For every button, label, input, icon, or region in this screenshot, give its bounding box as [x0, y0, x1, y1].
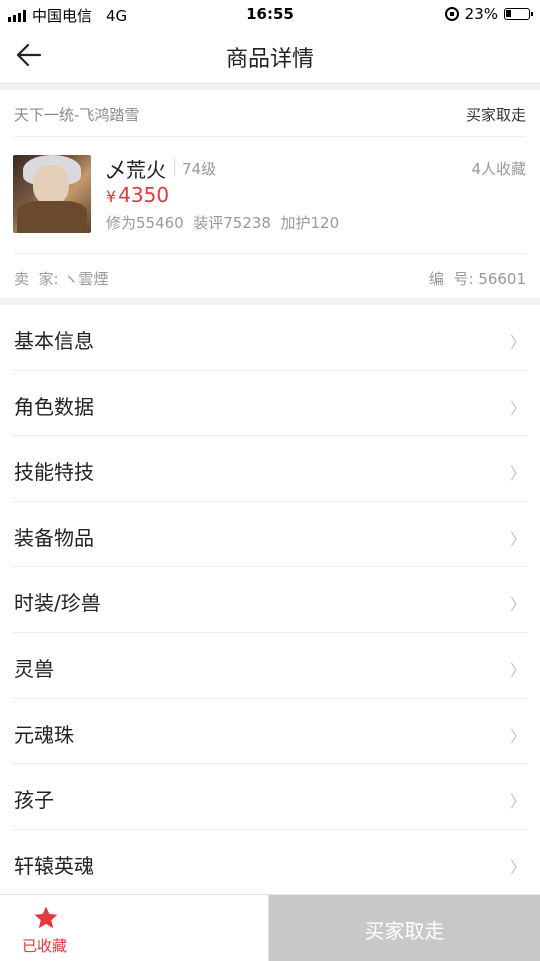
status-bar: 中国电信 4G 16:55 23% [0, 0, 540, 28]
character-stats: 修为55460 装评75238 加护120 [106, 214, 340, 232]
menu-item-spirit-beast[interactable]: 灵兽 〉 [12, 633, 528, 699]
chevron-right-icon: 〉 [509, 660, 526, 680]
menu-item-xuanyuan-soul[interactable]: 轩辕英魂 〉 [12, 830, 528, 896]
divider [14, 136, 526, 137]
nav-bar: 商品详情 [0, 28, 540, 84]
divider [14, 253, 526, 254]
bottom-action-bar: 已收藏 买家取走 [0, 894, 540, 961]
collect-button[interactable]: 已收藏 [0, 895, 269, 961]
chevron-right-icon: 〉 [509, 726, 526, 746]
menu-item-basic-info[interactable]: 基本信息 〉 [12, 305, 528, 371]
menu-item-fashion-pets[interactable]: 时装/珍兽 〉 [12, 567, 528, 633]
price: ¥4350 [106, 183, 169, 207]
menu-item-character-data[interactable]: 角色数据 〉 [12, 371, 528, 437]
menu-item-label: 装备物品 [14, 525, 94, 550]
page-title: 商品详情 [225, 47, 314, 72]
battery-icon [504, 8, 533, 20]
price-value: 4350 [118, 183, 170, 207]
menu-item-label: 灵兽 [14, 656, 54, 681]
chevron-right-icon: 〉 [509, 464, 526, 484]
menu-item-soul-beads[interactable]: 元魂珠 〉 [12, 699, 528, 765]
favorite-count: 4人收藏 [471, 160, 526, 178]
status-right: 23% [444, 5, 533, 23]
trade-status: 买家取走 [465, 106, 526, 124]
menu-item-label: 角色数据 [14, 394, 94, 419]
menu-item-label: 孩子 [14, 788, 54, 813]
menu-item-label: 时装/珍兽 [14, 591, 101, 616]
detail-menu: 基本信息 〉 角色数据 〉 技能特技 〉 装备物品 〉 时装/珍兽 〉 灵兽 〉… [0, 305, 540, 896]
buy-button[interactable]: 买家取走 [269, 895, 540, 961]
chevron-right-icon: 〉 [509, 792, 526, 812]
buy-button-label: 买家取走 [364, 919, 445, 943]
menu-item-label: 轩辕英魂 [14, 853, 94, 878]
chevron-right-icon: 〉 [509, 857, 526, 877]
character-avatar [13, 155, 91, 233]
character-name: 乄荒火 [106, 158, 166, 182]
menu-item-children[interactable]: 孩子 〉 [12, 764, 528, 830]
currency-symbol: ¥ [106, 187, 117, 206]
menu-item-label: 技能特技 [14, 460, 94, 485]
chevron-right-icon: 〉 [509, 398, 526, 418]
battery-percent: 23% [464, 5, 498, 23]
collect-label: 已收藏 [22, 937, 68, 955]
menu-item-equipment[interactable]: 装备物品 〉 [12, 502, 528, 568]
menu-item-skills[interactable]: 技能特技 〉 [12, 436, 528, 502]
chevron-right-icon: 〉 [509, 529, 526, 549]
chevron-right-icon: 〉 [509, 333, 526, 352]
divider [174, 158, 175, 176]
server-name: 天下一统-飞鸿踏雪 [14, 106, 140, 124]
star-icon [34, 906, 58, 929]
product-card: 天下一统-飞鸿踏雪 买家取走 乄荒火 74级 4人收藏 ¥4350 修为5546… [0, 90, 540, 298]
item-number: 编 号: 56601 [428, 270, 526, 288]
chevron-right-icon: 〉 [509, 595, 526, 615]
menu-item-label: 元魂珠 [14, 722, 74, 747]
seller-info: 卖 家: ヽ雲煙 [14, 270, 109, 288]
menu-item-label: 基本信息 [14, 329, 94, 353]
character-level: 74级 [182, 160, 217, 178]
rotation-lock-icon [444, 7, 459, 21]
